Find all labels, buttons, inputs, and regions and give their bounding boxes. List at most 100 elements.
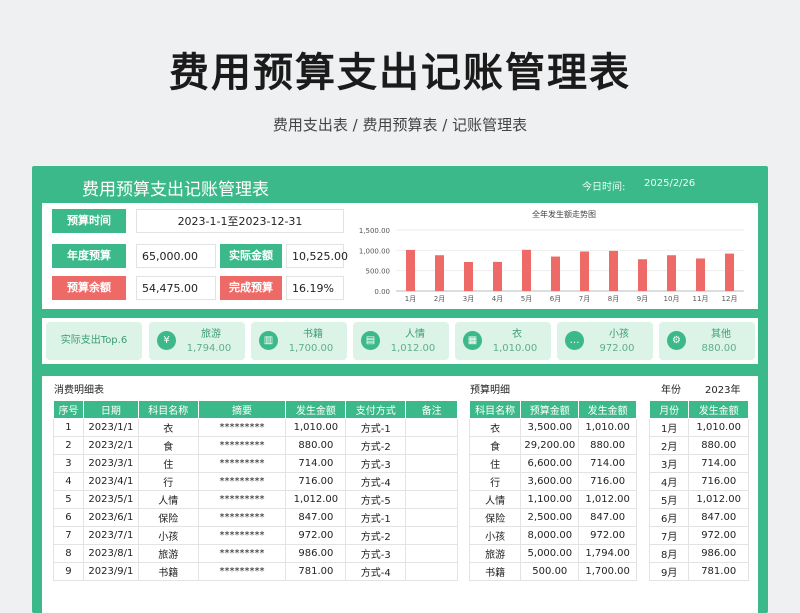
column-header[interactable]: 日期 <box>82 400 139 419</box>
table-cell[interactable] <box>405 418 458 437</box>
table-cell[interactable]: 8月 <box>648 544 690 563</box>
table-cell[interactable]: 3月 <box>648 454 690 473</box>
table-cell[interactable]: 972.00 <box>285 526 347 545</box>
table-cell[interactable]: 986.00 <box>285 544 347 563</box>
table-cell[interactable]: 2月 <box>648 436 690 455</box>
table-cell[interactable]: 714.00 <box>285 454 347 473</box>
top6-item-children[interactable]: … 小孩 972.00 <box>557 322 653 360</box>
monthly-row[interactable]: 5月 1,012.00 <box>648 490 749 509</box>
expense-row[interactable]: 2 2023/2/1 食 ********* 880.00 方式-2 <box>53 436 458 455</box>
monthly-row[interactable]: 6月 847.00 <box>648 508 749 527</box>
table-cell[interactable]: 行 <box>137 472 199 491</box>
budget-row[interactable]: 人情 1,100.00 1,012.00 <box>468 490 637 509</box>
table-cell[interactable]: 食 <box>137 436 199 455</box>
table-cell[interactable]: 方式-2 <box>345 436 407 455</box>
table-cell[interactable]: 880.00 <box>578 436 637 455</box>
table-cell[interactable]: 1,010.00 <box>578 418 637 437</box>
budget-row[interactable]: 小孩 8,000.00 972.00 <box>468 526 637 545</box>
bar[interactable] <box>406 249 415 291</box>
table-cell[interactable] <box>405 454 458 473</box>
monthly-row[interactable]: 3月 714.00 <box>648 454 749 473</box>
table-cell[interactable]: 方式-3 <box>345 454 407 473</box>
table-cell[interactable]: 衣 <box>468 418 522 437</box>
column-header[interactable]: 发生金额 <box>285 400 347 419</box>
table-cell[interactable]: 2023/7/1 <box>82 526 139 545</box>
table-cell[interactable]: 1,700.00 <box>578 562 637 581</box>
table-cell[interactable]: 7月 <box>648 526 690 545</box>
table-cell[interactable]: 500.00 <box>520 562 580 581</box>
table-cell[interactable]: 5 <box>53 490 84 509</box>
top6-item-books[interactable]: ▥ 书籍 1,700.00 <box>251 322 347 360</box>
actual-amount-value[interactable]: 10,525.00 <box>286 244 348 268</box>
table-cell[interactable]: 2,500.00 <box>520 508 580 527</box>
table-cell[interactable]: 9月 <box>648 562 690 581</box>
bar[interactable] <box>493 261 502 291</box>
top6-item-clothing[interactable]: ▦ 衣 1,010.00 <box>455 322 551 360</box>
table-cell[interactable]: 方式-1 <box>345 508 407 527</box>
expense-row[interactable]: 4 2023/4/1 行 ********* 716.00 方式-4 <box>53 472 458 491</box>
table-cell[interactable]: 5月 <box>648 490 690 509</box>
table-cell[interactable]: 人情 <box>137 490 199 509</box>
column-header[interactable]: 序号 <box>53 400 84 419</box>
table-cell[interactable]: 29,200.00 <box>520 436 580 455</box>
table-cell[interactable]: ********* <box>197 472 287 491</box>
table-cell[interactable]: 3,500.00 <box>520 418 580 437</box>
table-cell[interactable] <box>405 436 458 455</box>
bar[interactable] <box>725 253 734 291</box>
monthly-row[interactable]: 1月 1,010.00 <box>648 418 749 437</box>
top6-item-other[interactable]: ⚙ 其他 880.00 <box>659 322 755 360</box>
table-cell[interactable]: 847.00 <box>688 508 749 527</box>
table-cell[interactable]: 2023/5/1 <box>82 490 139 509</box>
budget-row[interactable]: 行 3,600.00 716.00 <box>468 472 637 491</box>
column-header[interactable]: 预算金额 <box>520 400 580 419</box>
table-cell[interactable]: 7 <box>53 526 84 545</box>
bar[interactable] <box>609 250 618 291</box>
table-cell[interactable]: 住 <box>468 454 522 473</box>
table-cell[interactable]: 847.00 <box>285 508 347 527</box>
table-cell[interactable]: 716.00 <box>285 472 347 491</box>
table-cell[interactable]: 972.00 <box>688 526 749 545</box>
table-cell[interactable]: 5,000.00 <box>520 544 580 563</box>
table-cell[interactable]: 847.00 <box>578 508 637 527</box>
expense-row[interactable]: 6 2023/6/1 保险 ********* 847.00 方式-1 <box>53 508 458 527</box>
column-header[interactable]: 备注 <box>405 400 458 419</box>
table-cell[interactable]: 保险 <box>137 508 199 527</box>
table-cell[interactable]: ********* <box>197 562 287 581</box>
column-header[interactable]: 摘要 <box>197 400 287 419</box>
table-cell[interactable]: 1,012.00 <box>578 490 637 509</box>
expense-row[interactable]: 1 2023/1/1 衣 ********* 1,010.00 方式-1 <box>53 418 458 437</box>
table-cell[interactable]: 3 <box>53 454 84 473</box>
table-cell[interactable]: 1 <box>53 418 84 437</box>
table-cell[interactable]: 2023/3/1 <box>82 454 139 473</box>
table-cell[interactable]: 2023/6/1 <box>82 508 139 527</box>
table-cell[interactable]: 781.00 <box>688 562 749 581</box>
table-cell[interactable]: 8 <box>53 544 84 563</box>
completion-value[interactable]: 16.19% <box>286 276 344 300</box>
table-cell[interactable] <box>405 544 458 563</box>
table-cell[interactable]: ********* <box>197 418 287 437</box>
expense-row[interactable]: 3 2023/3/1 住 ********* 714.00 方式-3 <box>53 454 458 473</box>
table-cell[interactable]: 716.00 <box>578 472 637 491</box>
budget-row[interactable]: 旅游 5,000.00 1,794.00 <box>468 544 637 563</box>
table-cell[interactable]: 2023/4/1 <box>82 472 139 491</box>
table-cell[interactable]: 716.00 <box>688 472 749 491</box>
monthly-row[interactable]: 2月 880.00 <box>648 436 749 455</box>
budget-balance-value[interactable]: 54,475.00 <box>136 276 216 300</box>
table-cell[interactable]: 1,012.00 <box>688 490 749 509</box>
table-cell[interactable]: 方式-4 <box>345 562 407 581</box>
expense-row[interactable]: 9 2023/9/1 书籍 ********* 781.00 方式-4 <box>53 562 458 581</box>
table-cell[interactable]: 人情 <box>468 490 522 509</box>
table-cell[interactable]: ********* <box>197 454 287 473</box>
table-cell[interactable]: 书籍 <box>137 562 199 581</box>
budget-row[interactable]: 食 29,200.00 880.00 <box>468 436 637 455</box>
table-cell[interactable] <box>405 508 458 527</box>
table-cell[interactable]: 2023/9/1 <box>82 562 139 581</box>
table-cell[interactable]: 1,010.00 <box>688 418 749 437</box>
table-cell[interactable]: 2 <box>53 436 84 455</box>
table-cell[interactable]: 8,000.00 <box>520 526 580 545</box>
table-cell[interactable]: 2023/2/1 <box>82 436 139 455</box>
table-cell[interactable]: 方式-4 <box>345 472 407 491</box>
table-cell[interactable]: 食 <box>468 436 522 455</box>
table-cell[interactable]: 6 <box>53 508 84 527</box>
table-cell[interactable]: 880.00 <box>688 436 749 455</box>
